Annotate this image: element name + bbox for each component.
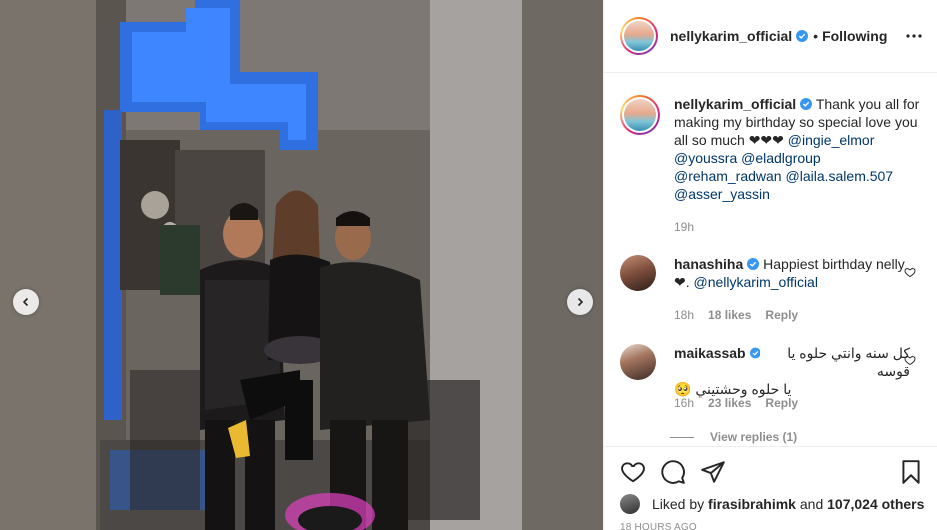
post-timestamp[interactable]: 18 HOURS AGO bbox=[620, 522, 697, 530]
heart-icon[interactable] bbox=[620, 459, 646, 485]
caption: nellykarim_official Thank you all for ma… bbox=[620, 95, 920, 203]
comment-body-line1: كل سنه وانتي حلوه يا قوسه bbox=[787, 345, 910, 379]
caption-meta: 19h bbox=[674, 220, 694, 234]
chevron-right-icon bbox=[577, 297, 584, 307]
commenter-username[interactable]: hanashiha bbox=[674, 256, 743, 272]
view-replies-label: View replies (1) bbox=[710, 430, 798, 444]
comment-item: maikassab كل سنه وانتي حلوه يا قوسه يا ح… bbox=[620, 344, 920, 398]
bookmark-icon[interactable] bbox=[898, 459, 924, 485]
comment-item: hanashiha Happiest birthday nelly ❤. @ne… bbox=[620, 255, 920, 291]
action-bar bbox=[604, 446, 937, 494]
replies-divider bbox=[670, 436, 694, 438]
comment-time[interactable]: 18h bbox=[674, 308, 694, 322]
liked-by-label: Liked by bbox=[652, 496, 705, 512]
verified-badge-icon bbox=[796, 30, 809, 42]
caption-avatar-image bbox=[624, 99, 656, 131]
comment-text: maikassab كل سنه وانتي حلوه يا قوسه يا ح… bbox=[674, 344, 910, 398]
more-options-button[interactable] bbox=[904, 27, 924, 45]
liker-username[interactable]: firasibrahimk bbox=[708, 496, 796, 512]
reply-button[interactable]: Reply bbox=[765, 396, 798, 410]
likes-and-label: and bbox=[799, 496, 824, 512]
verified-badge-icon bbox=[749, 347, 761, 359]
author-avatar[interactable] bbox=[620, 17, 658, 55]
mention-link[interactable]: @youssra bbox=[674, 150, 737, 166]
post-header: nellykarim_official • Following bbox=[604, 0, 937, 73]
comment-icon[interactable] bbox=[660, 459, 686, 485]
mention-link[interactable]: @laila.salem.507 bbox=[786, 168, 894, 184]
post-media[interactable] bbox=[0, 0, 603, 530]
separator-dot: • bbox=[813, 28, 819, 44]
author-avatar-image bbox=[624, 21, 654, 51]
following-button[interactable]: Following bbox=[822, 28, 887, 44]
mention-link[interactable]: @reham_radwan bbox=[674, 168, 782, 184]
comment-likes[interactable]: 23 likes bbox=[708, 396, 751, 410]
author-username[interactable]: nellykarim_official bbox=[670, 28, 792, 44]
comment-meta: 18h 18 likes Reply bbox=[674, 308, 798, 322]
caption-text: nellykarim_official Thank you all for ma… bbox=[674, 95, 920, 203]
commenter-avatar[interactable] bbox=[620, 344, 656, 380]
comments-list[interactable]: nellykarim_official Thank you all for ma… bbox=[604, 74, 937, 446]
caption-time[interactable]: 19h bbox=[674, 220, 694, 234]
mention-link[interactable]: @asser_yassin bbox=[674, 186, 770, 202]
share-icon[interactable] bbox=[700, 459, 726, 485]
comment-time[interactable]: 16h bbox=[674, 396, 694, 410]
mention-link[interactable]: @ingie_elmor bbox=[788, 132, 875, 148]
caption-username[interactable]: nellykarim_official bbox=[674, 96, 796, 112]
likes-summary: Liked by firasibrahimk and 107,024 other… bbox=[620, 492, 924, 516]
view-replies-button[interactable]: View replies (1) bbox=[670, 430, 797, 444]
verified-badge-icon bbox=[747, 258, 760, 270]
mention-link[interactable]: @nellykarim_official bbox=[694, 274, 818, 290]
next-image-button[interactable] bbox=[567, 289, 593, 315]
liker-avatar[interactable] bbox=[620, 494, 640, 514]
post-sidebar: nellykarim_official • Following nellykar… bbox=[603, 0, 937, 530]
reply-button[interactable]: Reply bbox=[765, 308, 798, 322]
comment-meta: 16h 23 likes Reply bbox=[674, 396, 798, 410]
commenter-username[interactable]: maikassab bbox=[674, 344, 746, 380]
mention-link[interactable]: @eladlgroup bbox=[741, 150, 821, 166]
post-photo bbox=[0, 0, 603, 530]
comment-likes[interactable]: 18 likes bbox=[708, 308, 751, 322]
commenter-avatar[interactable] bbox=[620, 255, 656, 291]
ellipsis-icon bbox=[906, 34, 922, 38]
like-comment-heart-icon[interactable] bbox=[904, 354, 916, 366]
previous-image-button[interactable] bbox=[13, 289, 39, 315]
likes-count[interactable]: 107,024 others bbox=[827, 496, 924, 512]
like-comment-heart-icon[interactable] bbox=[904, 266, 916, 278]
chevron-left-icon bbox=[22, 297, 29, 307]
verified-badge-icon bbox=[800, 98, 813, 110]
caption-avatar[interactable] bbox=[620, 95, 660, 135]
post-dialog: nellykarim_official • Following nellykar… bbox=[0, 0, 937, 530]
comment-text: hanashiha Happiest birthday nelly ❤. @ne… bbox=[674, 255, 910, 291]
